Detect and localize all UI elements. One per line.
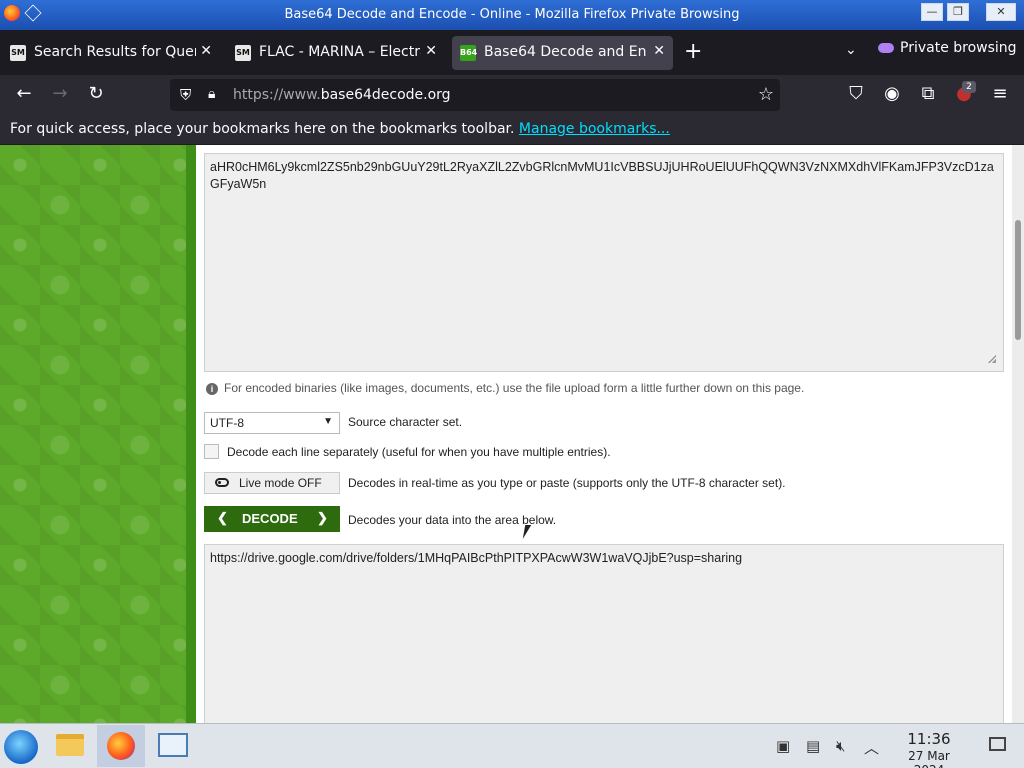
account-icon[interactable]: ◉ bbox=[880, 83, 904, 104]
bookmark-star-icon[interactable]: ☆ bbox=[758, 84, 774, 105]
url-text[interactable]: https://www.base64decode.org bbox=[233, 87, 451, 103]
live-mode-toggle[interactable]: Live mode OFF bbox=[204, 472, 340, 494]
decoder-panel: aHR0cHM6Ly9kcml2ZS5nb29nbGUuY29tL2RyaXZl… bbox=[196, 145, 1012, 723]
chevron-down-icon: ▼ bbox=[323, 416, 333, 427]
pocket-icon[interactable]: ⛉ bbox=[844, 83, 868, 104]
close-tab-icon[interactable]: ✕ bbox=[653, 43, 665, 59]
info-icon: i bbox=[206, 383, 218, 395]
removable-drive-tray-icon[interactable]: ▤ bbox=[806, 737, 820, 755]
bookmarks-message: For quick access, place your bookmarks h… bbox=[10, 121, 670, 137]
minimize-button[interactable]: — bbox=[921, 3, 943, 21]
clock[interactable]: 11:36 27 Mar 2024 bbox=[892, 730, 966, 768]
info-note: i For encoded binaries (like images, docu… bbox=[206, 381, 804, 395]
tab-label: Base64 Decode and Enco bbox=[484, 44, 646, 60]
decode-button[interactable]: ❮ DECODE ❯ bbox=[204, 506, 340, 532]
hamburger-menu-icon[interactable]: ≡ bbox=[988, 83, 1012, 104]
tracking-protection-shield-icon[interactable]: ⛨ bbox=[180, 86, 191, 104]
bookmarks-hint: For quick access, place your bookmarks h… bbox=[10, 121, 515, 137]
charset-select[interactable]: UTF-8 ▼ bbox=[204, 412, 340, 434]
forward-button[interactable]: → bbox=[48, 83, 72, 104]
new-tab-button[interactable]: + bbox=[684, 40, 702, 64]
show-desktop-icon[interactable] bbox=[989, 737, 1006, 751]
site-favicon-icon: SM bbox=[235, 45, 251, 61]
encoded-input-textarea[interactable]: aHR0cHM6Ly9kcml2ZS5nb29nbGUuY29tL2RyaXZl… bbox=[204, 153, 1004, 372]
private-browsing-label: Private browsing bbox=[900, 40, 1017, 56]
chevron-left-icon: ❮ bbox=[217, 510, 228, 525]
page-scrollbar[interactable] bbox=[1012, 145, 1024, 723]
taskbar: ▣ ▤ 🔇︎ ︿ 11:36 27 Mar 2024 bbox=[0, 723, 1024, 768]
toggle-icon bbox=[215, 478, 229, 487]
live-mode-description: Decodes in real-time as you type or past… bbox=[348, 476, 786, 490]
clock-date: 27 Mar 2024 bbox=[908, 749, 950, 768]
scrollbar-thumb[interactable] bbox=[1015, 220, 1021, 340]
private-browsing-indicator: Private browsing bbox=[878, 40, 1017, 56]
url-bar[interactable]: ⛨ 🔒︎ https://www.base64decode.org ☆ bbox=[170, 79, 780, 111]
green-stripe-divider bbox=[186, 145, 196, 723]
decode-button-label: DECODE bbox=[242, 511, 298, 526]
manage-bookmarks-link[interactable]: Manage bookmarks... bbox=[519, 121, 670, 137]
navigation-toolbar: ← → ↻ ⛨ 🔒︎ https://www.base64decode.org … bbox=[0, 75, 1024, 115]
list-all-tabs-icon[interactable]: ⌄ bbox=[845, 42, 857, 58]
private-mask-icon bbox=[878, 43, 894, 53]
tab-flac-marina[interactable]: SM FLAC - MARINA – Electra ✕ bbox=[227, 36, 445, 70]
reload-button[interactable]: ↻ bbox=[84, 83, 108, 104]
clock-time: 11:36 bbox=[907, 730, 951, 748]
tab-base64-decode[interactable]: B64 Base64 Decode and Enco ✕ bbox=[452, 36, 673, 70]
taskbar-network-app[interactable] bbox=[148, 725, 196, 767]
web-page: aHR0cHM6Ly9kcml2ZS5nb29nbGUuY29tL2RyaXZl… bbox=[0, 145, 1024, 723]
maximize-button[interactable]: ❐ bbox=[947, 3, 969, 21]
decode-lines-label[interactable]: Decode each line separately (useful for … bbox=[227, 445, 611, 459]
url-prefix: https://www. bbox=[233, 87, 321, 103]
bookmarks-toolbar: For quick access, place your bookmarks h… bbox=[0, 115, 1024, 144]
charset-value: UTF-8 bbox=[210, 416, 244, 430]
url-domain: base64decode.org bbox=[320, 87, 451, 103]
extensions-icon[interactable]: ⧉ bbox=[916, 83, 940, 104]
volume-muted-icon[interactable]: 🔇︎ bbox=[836, 737, 845, 755]
tab-label: Search Results for Query bbox=[34, 44, 196, 60]
chevron-right-icon: ❯ bbox=[317, 510, 328, 525]
network-monitor-icon bbox=[158, 733, 188, 757]
taskbar-file-manager[interactable] bbox=[46, 725, 94, 767]
site-favicon-icon: SM bbox=[10, 45, 26, 61]
start-menu-button[interactable] bbox=[4, 730, 38, 764]
clipboard-tray-icon[interactable]: ▣ bbox=[776, 737, 790, 755]
green-pattern-background bbox=[0, 145, 186, 723]
b64-favicon-icon: B64 bbox=[460, 45, 477, 61]
info-text: For encoded binaries (like images, docum… bbox=[224, 381, 805, 395]
close-window-button[interactable]: ✕ bbox=[986, 3, 1016, 21]
live-mode-label: Live mode OFF bbox=[239, 476, 322, 490]
addon-count-badge: 2 bbox=[962, 81, 976, 93]
back-button[interactable]: ← bbox=[12, 83, 36, 104]
taskbar-firefox[interactable] bbox=[97, 725, 145, 767]
charset-label: Source character set. bbox=[348, 415, 463, 429]
lock-icon[interactable]: 🔒︎ bbox=[208, 86, 215, 102]
tab-search-results[interactable]: SM Search Results for Query ✕ bbox=[2, 36, 220, 70]
tray-expand-chevron-icon[interactable]: ︿ bbox=[864, 737, 879, 758]
window-title: Base64 Decode and Encode - Online - Mozi… bbox=[284, 7, 740, 22]
textarea-resize-handle[interactable] bbox=[988, 355, 996, 363]
close-tab-icon[interactable]: ✕ bbox=[200, 43, 212, 59]
firefox-icon bbox=[107, 732, 135, 760]
folder-icon bbox=[56, 734, 84, 756]
decoded-output-textarea[interactable]: https://drive.google.com/drive/folders/1… bbox=[204, 544, 1004, 723]
close-tab-icon[interactable]: ✕ bbox=[425, 43, 437, 59]
tab-label: FLAC - MARINA – Electra bbox=[259, 44, 421, 60]
decode-lines-checkbox[interactable] bbox=[204, 444, 219, 459]
window-titlebar: Base64 Decode and Encode - Online - Mozi… bbox=[0, 0, 1024, 30]
